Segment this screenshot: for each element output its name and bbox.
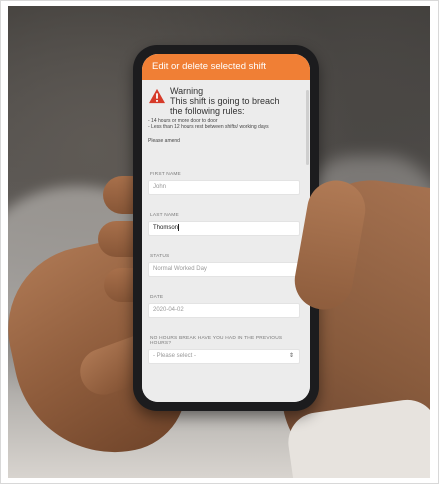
last-name-field[interactable]: Thomson [148,221,300,236]
text-cursor [178,223,180,231]
date-value: 2020-04-02 [153,307,184,313]
first-name-label: FIRST NAME [150,172,181,177]
reason-select-value: - Please select - [153,353,197,359]
warning-heading: Warning [170,86,204,96]
warning-message-line: the following rules: [170,106,245,116]
last-name-label: LAST NAME [150,213,179,218]
smartphone: Edit or delete selected shift Warning Th… [133,45,319,411]
form-content: Warning This shift is going to breach th… [142,80,310,402]
select-arrows-icon: ⇕ [288,353,294,359]
app-title: Edit or delete selected shift [152,61,267,72]
phone-screen: Edit or delete selected shift Warning Th… [142,54,310,402]
warning-box: Warning This shift is going to breach th… [148,86,304,116]
last-name-value: Thomson [153,225,179,231]
reason-label: NO HOURS BREAK HAVE YOU HAD IN THE PREVI… [150,336,283,346]
warning-triangle-icon [149,88,165,104]
app-title-bar: Edit or delete selected shift [142,54,310,80]
status-label: STATUS [150,254,170,259]
status-value: Normal Worked Day [153,266,207,272]
warning-text: Warning This shift is going to breach th… [170,86,280,116]
date-label: DATE [150,295,164,300]
amend-note: Please amend [148,138,180,144]
first-name-value: John [153,184,167,190]
rule-item: - Less than 12 hours rest between shifts… [148,124,269,130]
date-field[interactable]: 2020-04-02 [148,303,300,318]
reason-select[interactable]: - Please select - ⇕ [148,349,300,364]
scrollbar[interactable] [306,90,309,165]
status-field[interactable]: Normal Worked Day [148,262,300,277]
first-name-field[interactable]: John [148,180,300,195]
warning-message-line: This shift is going to breach [170,96,280,106]
rules-list: - 14 hours or more door to door - Less t… [148,118,304,130]
